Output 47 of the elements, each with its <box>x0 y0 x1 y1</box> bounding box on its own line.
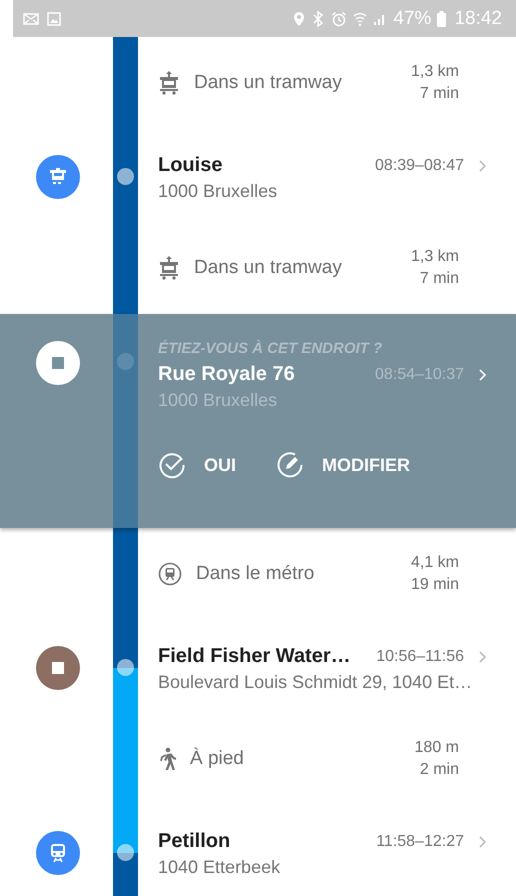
location-pin-icon <box>293 10 306 26</box>
time-range: 10:56–11:56 <box>376 648 464 666</box>
chevron-icon[interactable] <box>478 834 488 848</box>
transport-mode: Dans le métro <box>196 563 314 585</box>
duration: 7 min <box>420 84 459 104</box>
stop-dot <box>117 353 134 370</box>
mail-icon <box>23 12 39 24</box>
tram-icon <box>158 71 180 95</box>
pencil-circle-icon <box>276 451 304 479</box>
place-name: Field Fisher Water… <box>158 645 352 668</box>
time-range: 08:54–10:37 <box>375 366 464 384</box>
image-icon <box>47 12 61 26</box>
stop-dot <box>117 659 134 676</box>
address: 1000 Bruxelles <box>158 390 278 411</box>
address: Boulevard Louis Schmidt 29, 1040 Et… <box>158 672 474 693</box>
stop-dot <box>117 844 134 861</box>
transport-mode: À pied <box>190 748 244 770</box>
walking-person-icon <box>158 747 176 771</box>
edit-button[interactable]: MODIFIER <box>276 451 410 479</box>
battery-icon <box>437 10 446 26</box>
alarm-icon <box>331 10 348 26</box>
bluetooth-icon <box>311 10 326 26</box>
distance: 180 m <box>414 738 459 758</box>
chevron-icon[interactable] <box>478 650 488 664</box>
train-circle-icon <box>158 562 182 586</box>
place-name: Louise <box>158 154 224 177</box>
tram-icon <box>158 256 180 280</box>
address: 1000 Bruxelles <box>158 181 278 202</box>
stop-dot <box>117 168 134 185</box>
distance: 4,1 km <box>410 553 459 573</box>
address: 1040 Etterbeek <box>158 857 282 878</box>
duration: 2 min <box>420 760 459 780</box>
place-name: Petillon <box>158 830 232 853</box>
time-range: 11:58–12:27 <box>376 832 464 850</box>
place-name: Rue Royale 76 <box>158 363 296 386</box>
check-circle-icon <box>158 451 186 479</box>
distance: 1,3 km <box>410 247 459 267</box>
duration: 7 min <box>420 269 459 289</box>
transport-mode: Dans un tramway <box>194 72 342 94</box>
wifi-icon <box>353 10 368 26</box>
chevron-icon[interactable] <box>478 158 488 172</box>
prompt-text: ÉTIEZ-VOUS À CET ENDROIT ? <box>158 340 384 357</box>
yes-button[interactable]: OUI <box>158 451 236 479</box>
duration: 19 min <box>410 575 459 595</box>
transport-mode: Dans un tramway <box>194 257 342 279</box>
distance: 1,3 km <box>410 62 459 82</box>
time-range: 08:39–08:47 <box>375 156 464 174</box>
